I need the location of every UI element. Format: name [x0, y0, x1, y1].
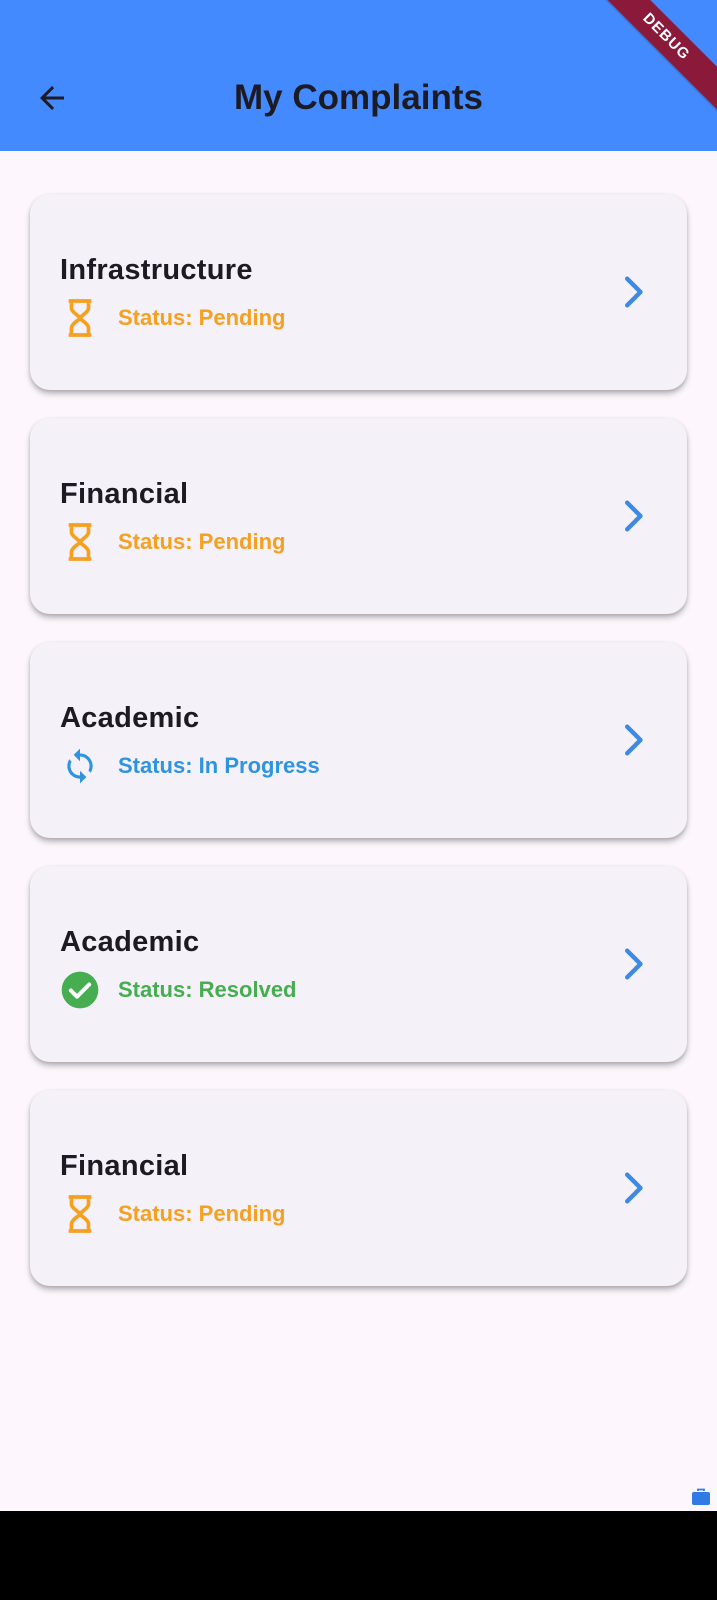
- status-row: Status: In Progress: [60, 746, 320, 786]
- complaint-category: Infrastructure: [60, 254, 253, 286]
- status-text: Status: In Progress: [118, 753, 320, 778]
- status-text: Status: Pending: [118, 529, 286, 554]
- status-text: Status: Pending: [118, 305, 286, 330]
- status-row: Status: Pending: [60, 298, 285, 338]
- hourglass-icon: [60, 522, 100, 562]
- status-row: Status: Resolved: [60, 970, 297, 1010]
- hourglass-icon: [60, 1194, 100, 1234]
- chevron-right-icon: [625, 276, 643, 308]
- complaints-list: Infrastructure Status: Pending Financial…: [30, 194, 687, 1314]
- chevron-right-icon: [625, 500, 643, 532]
- status-row: Status: Pending: [60, 522, 285, 562]
- page-title: My Complaints: [234, 78, 483, 117]
- complaint-card[interactable]: Financial Status: Pending: [30, 418, 687, 614]
- complaint-card[interactable]: Academic Status: In Progress: [30, 642, 687, 838]
- complaint-category: Financial: [60, 478, 189, 510]
- complaint-category: Academic: [60, 702, 200, 734]
- chevron-right-icon: [625, 724, 643, 756]
- hourglass-icon: [60, 298, 100, 338]
- complaint-card[interactable]: Academic Status: Resolved: [30, 866, 687, 1062]
- status-text: Status: Pending: [118, 1201, 286, 1226]
- complaint-card[interactable]: Financial Status: Pending: [30, 1090, 687, 1286]
- complaint-category: Academic: [60, 926, 200, 958]
- check-circle-icon: [60, 970, 100, 1010]
- status-text: Status: Resolved: [118, 977, 297, 1002]
- status-row: Status: Pending: [60, 1194, 285, 1234]
- chevron-right-icon: [625, 948, 643, 980]
- complaint-card[interactable]: Infrastructure Status: Pending: [30, 194, 687, 390]
- chevron-right-icon: [625, 1172, 643, 1204]
- briefcase-icon[interactable]: [691, 1488, 711, 1506]
- app-bar: My Complaints DEBUG: [0, 0, 717, 151]
- sync-icon: [60, 746, 100, 786]
- complaint-category: Financial: [60, 1150, 189, 1182]
- system-navigation-bar: [0, 1511, 717, 1600]
